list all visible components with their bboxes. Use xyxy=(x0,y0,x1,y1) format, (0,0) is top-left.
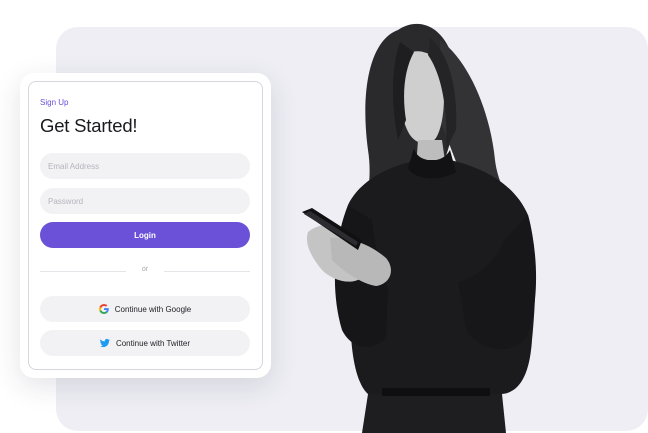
sign-up-link[interactable]: Sign Up xyxy=(40,98,68,107)
twitter-button-label: Continue with Twitter xyxy=(115,338,191,348)
signup-card-inner: Sign Up Get Started! Login or Continue w… xyxy=(28,81,263,370)
google-icon xyxy=(98,304,109,314)
login-page: Sign Up Get Started! Login or Continue w… xyxy=(0,0,648,433)
google-button-label: Continue with Google xyxy=(114,304,192,314)
password-field[interactable] xyxy=(40,188,250,214)
twitter-icon xyxy=(99,338,110,348)
login-button[interactable]: Login xyxy=(40,222,250,248)
email-field[interactable] xyxy=(40,153,250,179)
woman-with-phone-photo xyxy=(302,23,537,433)
or-divider: or xyxy=(40,265,250,277)
signup-card: Sign Up Get Started! Login or Continue w… xyxy=(20,73,271,378)
continue-with-google-button[interactable]: Continue with Google xyxy=(40,296,250,322)
divider-line-right xyxy=(164,271,250,272)
continue-with-twitter-button[interactable]: Continue with Twitter xyxy=(40,330,250,356)
page-title: Get Started! xyxy=(40,115,138,136)
